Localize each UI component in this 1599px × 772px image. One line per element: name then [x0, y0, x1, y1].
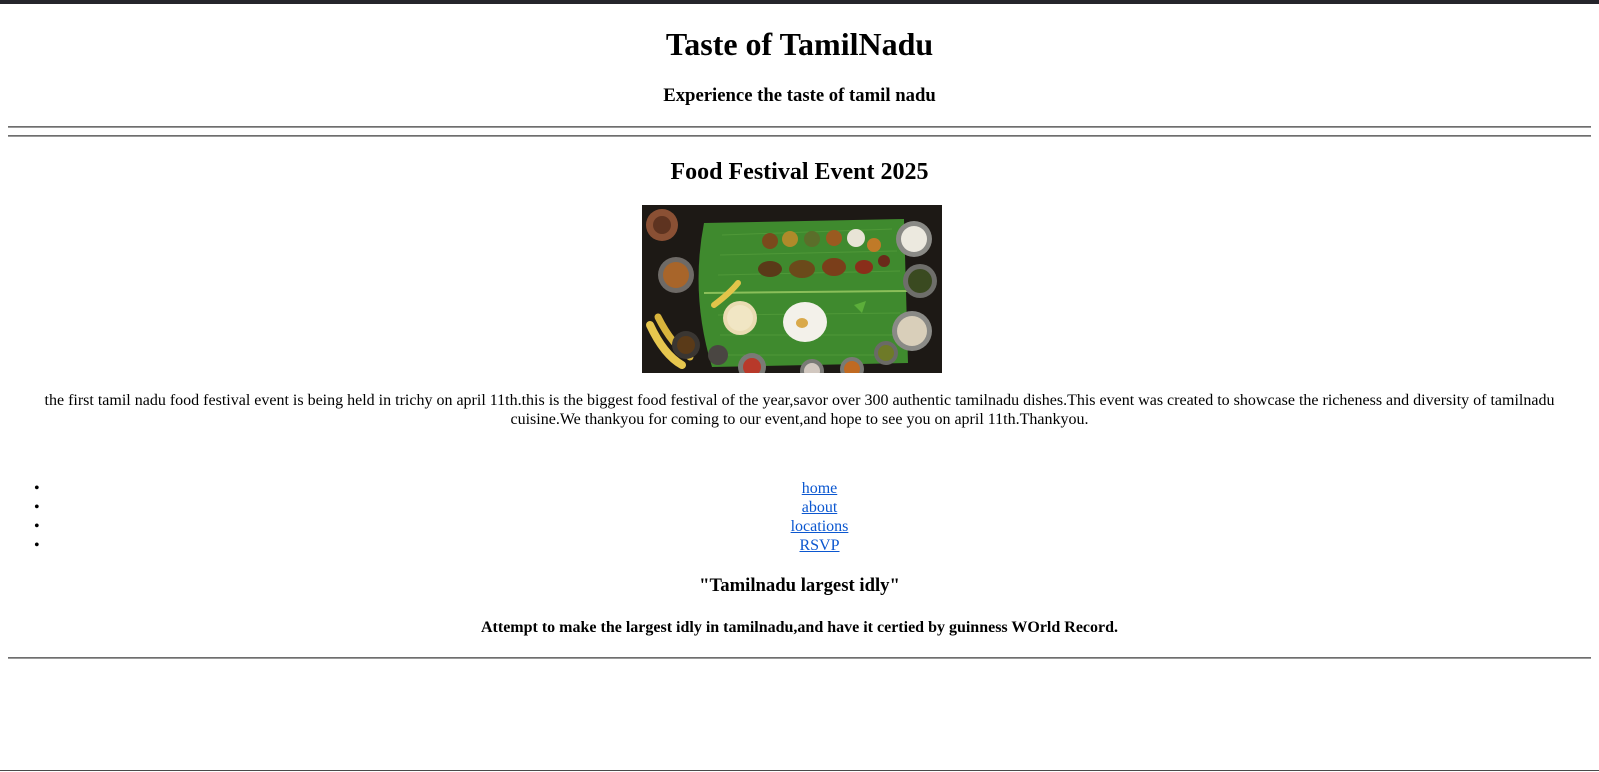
event-title: Food Festival Event 2025 — [670, 159, 929, 185]
feature-description: Attempt to make the largest idly in tami… — [480, 619, 1119, 636]
bullet-icon: • — [34, 518, 40, 535]
nav-link-rsvp[interactable]: RSVP — [799, 537, 839, 554]
header-divider-top — [8, 126, 1591, 128]
bullet-icon: • — [34, 499, 40, 516]
event-banana-leaf-image — [642, 205, 942, 373]
nav-link-home[interactable]: home — [802, 480, 838, 497]
nav-item-about: • about — [8, 498, 1591, 517]
site-title: Taste of TamilNadu — [665, 26, 934, 62]
site-tagline: Experience the taste of tamil nadu — [663, 85, 936, 106]
window-bottom-edge — [0, 770, 1599, 771]
nav-item-home: • home — [8, 479, 1591, 498]
event-intro: the first tamil nadu food festival event… — [44, 392, 1555, 428]
nav-item-locations: • locations — [8, 517, 1591, 536]
nav-link-locations[interactable]: locations — [791, 518, 849, 535]
nav-link-about[interactable]: about — [802, 499, 838, 516]
feature-title: "Tamilnadu largest idly" — [699, 575, 900, 596]
browser-top-bar — [0, 0, 1599, 4]
bullet-icon: • — [34, 480, 40, 497]
footer-divider — [8, 657, 1591, 659]
bullet-icon: • — [34, 537, 40, 554]
header-divider-bottom — [8, 135, 1591, 137]
nav-list: • home • about • locations • RSVP — [8, 479, 1591, 555]
nav-item-rsvp: • RSVP — [8, 536, 1591, 555]
